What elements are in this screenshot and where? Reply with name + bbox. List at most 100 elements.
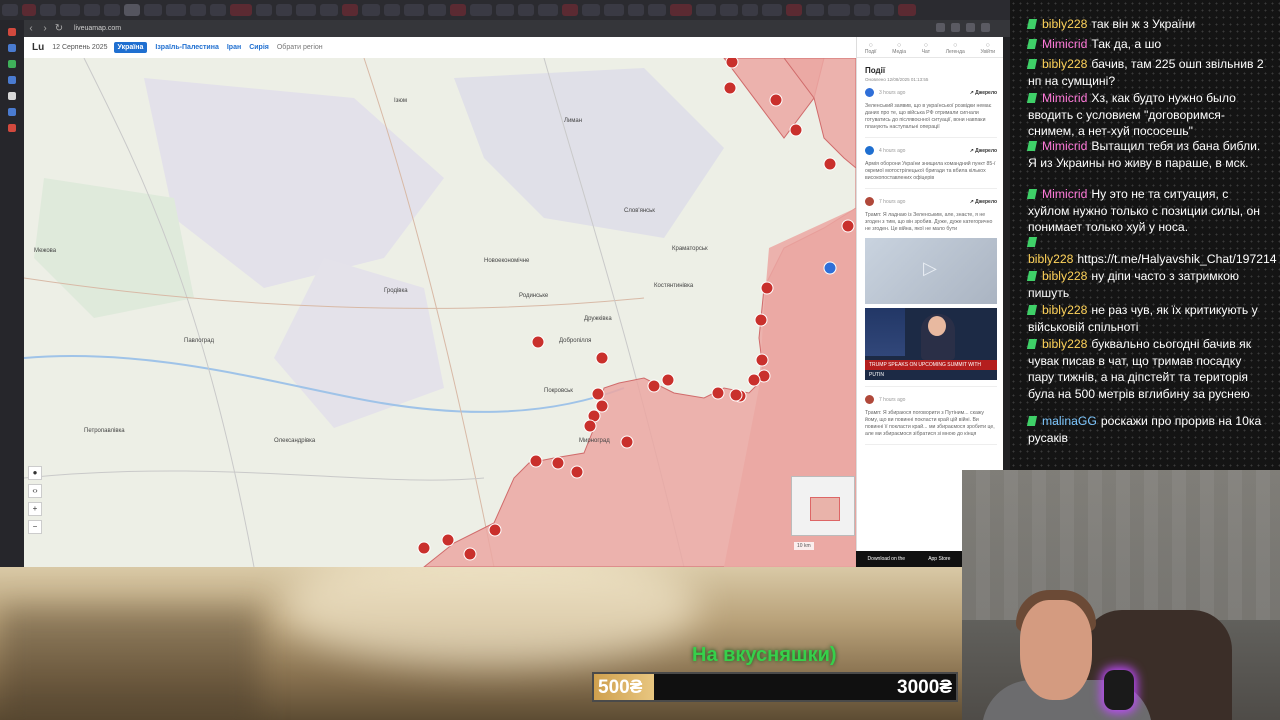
browser-tab[interactable] (230, 4, 252, 16)
browser-tab[interactable] (40, 4, 56, 16)
browser-tab-strip[interactable] (0, 0, 1010, 20)
forward-icon[interactable]: › (38, 23, 52, 34)
event-item[interactable]: 3 hours ago ↗ Джерело Зеленський заявив, щ… (865, 88, 997, 139)
locate-button[interactable]: ● (28, 466, 42, 480)
browser-tab[interactable] (84, 4, 100, 16)
battle-marker-icon[interactable] (747, 373, 761, 387)
browser-tab[interactable] (104, 4, 120, 16)
battle-marker-icon[interactable] (488, 523, 502, 537)
browser-tab[interactable] (60, 4, 80, 16)
event-source-link[interactable]: ↗ Джерело (970, 90, 997, 96)
battle-marker-icon[interactable] (711, 386, 725, 400)
battle-marker-icon[interactable] (755, 353, 769, 367)
browser-tab[interactable] (874, 4, 894, 16)
battle-marker-icon[interactable] (725, 58, 739, 69)
extension-icon[interactable] (981, 23, 990, 32)
browser-tab[interactable] (806, 4, 824, 16)
chat-username[interactable]: Mimicrid (1042, 187, 1087, 201)
battle-marker-icon[interactable] (531, 335, 545, 349)
layers-button[interactable]: ‹› (28, 484, 42, 498)
nav-ukraine[interactable]: Україна (113, 42, 148, 53)
battle-marker-icon[interactable] (841, 219, 855, 233)
map-place-label[interactable]: Лиман (564, 118, 582, 124)
zoom-out-button[interactable]: − (28, 520, 42, 534)
battle-marker-icon[interactable] (769, 93, 783, 107)
extension-icon[interactable] (966, 23, 975, 32)
browser-tab[interactable] (854, 4, 870, 16)
zoom-in-button[interactable]: + (28, 502, 42, 516)
battle-marker-icon[interactable] (647, 379, 661, 393)
battle-marker-icon[interactable] (417, 541, 431, 555)
browser-tab[interactable] (604, 4, 624, 16)
browser-tab[interactable] (428, 4, 446, 16)
browser-tab[interactable] (470, 4, 492, 16)
browser-tab[interactable] (276, 4, 292, 16)
extension-icon[interactable] (951, 23, 960, 32)
sidebar-app-icon[interactable] (8, 60, 16, 68)
battle-marker-icon[interactable] (823, 157, 837, 171)
map-place-label[interactable]: Дружківка (584, 316, 612, 322)
tab-media[interactable]: Медіа (892, 42, 906, 57)
reload-icon[interactable]: ↻ (52, 23, 66, 34)
browser-tab[interactable] (742, 4, 758, 16)
map-place-label[interactable]: Межова (34, 248, 56, 254)
minimap[interactable] (791, 476, 855, 536)
battle-marker-icon[interactable] (661, 373, 675, 387)
event-source-link[interactable]: ↗ Джерело (970, 199, 997, 205)
map-place-label[interactable]: Краматорськ (672, 246, 708, 252)
url-field[interactable]: liveuamap.com (74, 25, 121, 32)
browser-tab[interactable] (2, 4, 18, 16)
browser-tab[interactable] (296, 4, 316, 16)
tab-legend[interactable]: Легенда (946, 42, 965, 57)
browser-tab[interactable] (786, 4, 802, 16)
battle-marker-icon[interactable] (620, 435, 634, 449)
nav-syria[interactable]: Сирія (249, 44, 269, 51)
browser-tab[interactable] (518, 4, 534, 16)
browser-tab[interactable] (144, 4, 162, 16)
event-item[interactable]: 4 hours ago ↗ Джерело Армія оборони Україн… (865, 146, 997, 190)
chat-username[interactable]: Mimicrid (1042, 91, 1087, 105)
tab-login[interactable]: Увійти (981, 42, 996, 57)
ukraine-marker-icon[interactable] (823, 261, 837, 275)
browser-tab[interactable] (628, 4, 644, 16)
browser-tab[interactable] (720, 4, 738, 16)
chat-username[interactable]: bibly228 (1028, 252, 1073, 266)
battle-marker-icon[interactable] (789, 123, 803, 137)
browser-tab[interactable] (670, 4, 692, 16)
chat-username[interactable]: Mimicrid (1042, 139, 1087, 153)
browser-tab[interactable] (210, 4, 226, 16)
app-store-bar[interactable]: Download on the App Store (856, 551, 962, 567)
battle-marker-icon[interactable] (729, 388, 743, 402)
tab-events[interactable]: Події (865, 42, 877, 57)
map-place-label[interactable]: Добропілля (559, 338, 591, 344)
extension-icon[interactable] (936, 23, 945, 32)
tab-chat[interactable]: Чат (922, 42, 930, 57)
browser-tab[interactable] (648, 4, 666, 16)
map-place-label[interactable]: Павлоград (184, 338, 214, 344)
browser-tab[interactable] (582, 4, 600, 16)
event-video[interactable] (865, 238, 997, 305)
battle-marker-icon[interactable] (441, 533, 455, 547)
battle-marker-icon[interactable] (551, 456, 565, 470)
nav-iran[interactable]: Іран (227, 44, 241, 51)
browser-tab[interactable] (362, 4, 380, 16)
app-store-badge[interactable]: App Store (928, 556, 950, 562)
chat-username[interactable]: bibly228 (1042, 57, 1087, 71)
browser-tab[interactable] (496, 4, 514, 16)
map-place-label[interactable]: Новоекономічне (484, 258, 529, 264)
map-place-label[interactable]: Ізюм (394, 98, 407, 104)
browser-tab[interactable] (190, 4, 206, 16)
battle-marker-icon[interactable] (529, 454, 543, 468)
chat-username[interactable]: bibly228 (1042, 17, 1087, 31)
battle-marker-icon[interactable] (595, 399, 609, 413)
map-canvas[interactable]: Краматорськ Костянтинівка Покровськ Добропі… (24, 58, 856, 567)
browser-tab[interactable] (562, 4, 578, 16)
browser-tab[interactable] (538, 4, 558, 16)
browser-tab[interactable] (22, 4, 36, 16)
browser-tab[interactable] (696, 4, 716, 16)
map-place-label[interactable]: Костянтинівка (654, 283, 693, 289)
browser-tab[interactable] (342, 4, 358, 16)
map-place-label[interactable]: Петропавлівка (84, 428, 125, 434)
map-place-label[interactable]: Слов'янськ (624, 208, 655, 214)
battle-marker-icon[interactable] (570, 465, 584, 479)
